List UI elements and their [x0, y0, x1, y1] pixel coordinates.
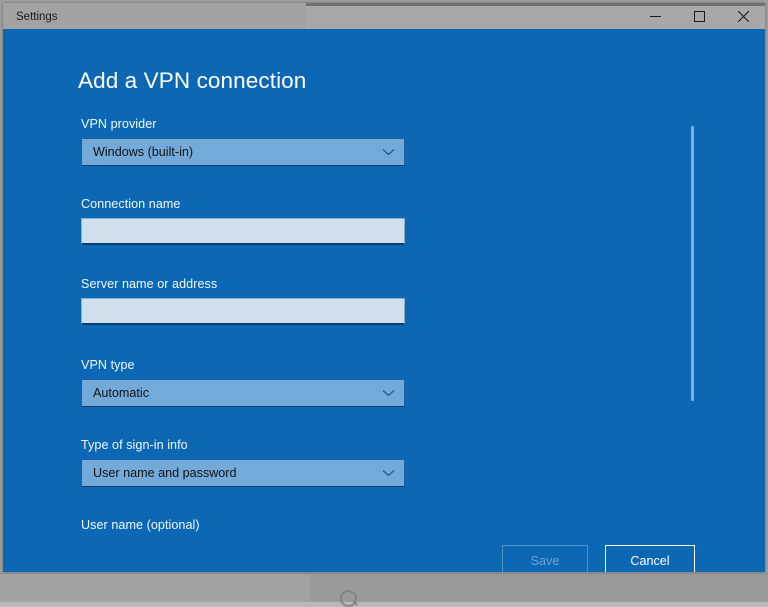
- field-connection-name: Connection name: [81, 197, 405, 245]
- signin-type-label: Type of sign-in info: [81, 438, 405, 452]
- connection-name-label: Connection name: [81, 197, 405, 211]
- chevron-down-icon: [382, 469, 395, 477]
- vpn-provider-value: Windows (built-in): [93, 145, 193, 159]
- user-name-label: User name (optional): [81, 518, 405, 532]
- scrollbar-track[interactable]: [691, 87, 694, 542]
- dialog-actions: Save Cancel: [3, 545, 765, 572]
- taskbar-left-pane: [0, 574, 310, 602]
- settings-content: Add a VPN connection VPN provider Window…: [3, 29, 765, 572]
- connection-name-input[interactable]: [91, 219, 404, 243]
- window-title: Settings: [16, 8, 58, 24]
- chevron-down-icon: [382, 148, 395, 156]
- vpn-type-dropdown[interactable]: Automatic: [81, 379, 405, 407]
- settings-window: Settings Add a VPN connection VPN provid…: [3, 3, 765, 572]
- save-button[interactable]: Save: [502, 545, 588, 572]
- desktop-background: Settings Add a VPN connection VPN provid…: [0, 0, 768, 602]
- close-button[interactable]: [721, 3, 765, 29]
- connection-name-textbox[interactable]: [81, 218, 405, 245]
- server-name-textbox[interactable]: [81, 298, 405, 325]
- taskbar[interactable]: [0, 573, 768, 602]
- field-server-name: Server name or address: [81, 277, 405, 325]
- title-bar[interactable]: Settings: [3, 3, 765, 29]
- page-title: Add a VPN connection: [78, 68, 306, 94]
- server-name-label: Server name or address: [81, 277, 405, 291]
- field-user-name: User name (optional): [81, 518, 405, 539]
- signin-type-dropdown[interactable]: User name and password: [81, 459, 405, 487]
- field-vpn-provider: VPN provider Windows (built-in): [81, 117, 405, 166]
- minimize-button[interactable]: [633, 3, 677, 29]
- search-icon[interactable]: [340, 590, 357, 607]
- server-name-input[interactable]: [91, 299, 404, 323]
- window-controls: [633, 3, 765, 29]
- vpn-type-label: VPN type: [81, 358, 405, 372]
- scrollbar-thumb[interactable]: [691, 126, 694, 401]
- cancel-button[interactable]: Cancel: [605, 545, 695, 572]
- field-signin-type: Type of sign-in info User name and passw…: [81, 438, 405, 487]
- field-vpn-type: VPN type Automatic: [81, 358, 405, 407]
- vpn-provider-label: VPN provider: [81, 117, 405, 131]
- signin-type-value: User name and password: [93, 466, 237, 480]
- vpn-type-value: Automatic: [93, 386, 149, 400]
- chevron-down-icon: [382, 389, 395, 397]
- vpn-provider-dropdown[interactable]: Windows (built-in): [81, 138, 405, 166]
- maximize-button[interactable]: [677, 3, 721, 29]
